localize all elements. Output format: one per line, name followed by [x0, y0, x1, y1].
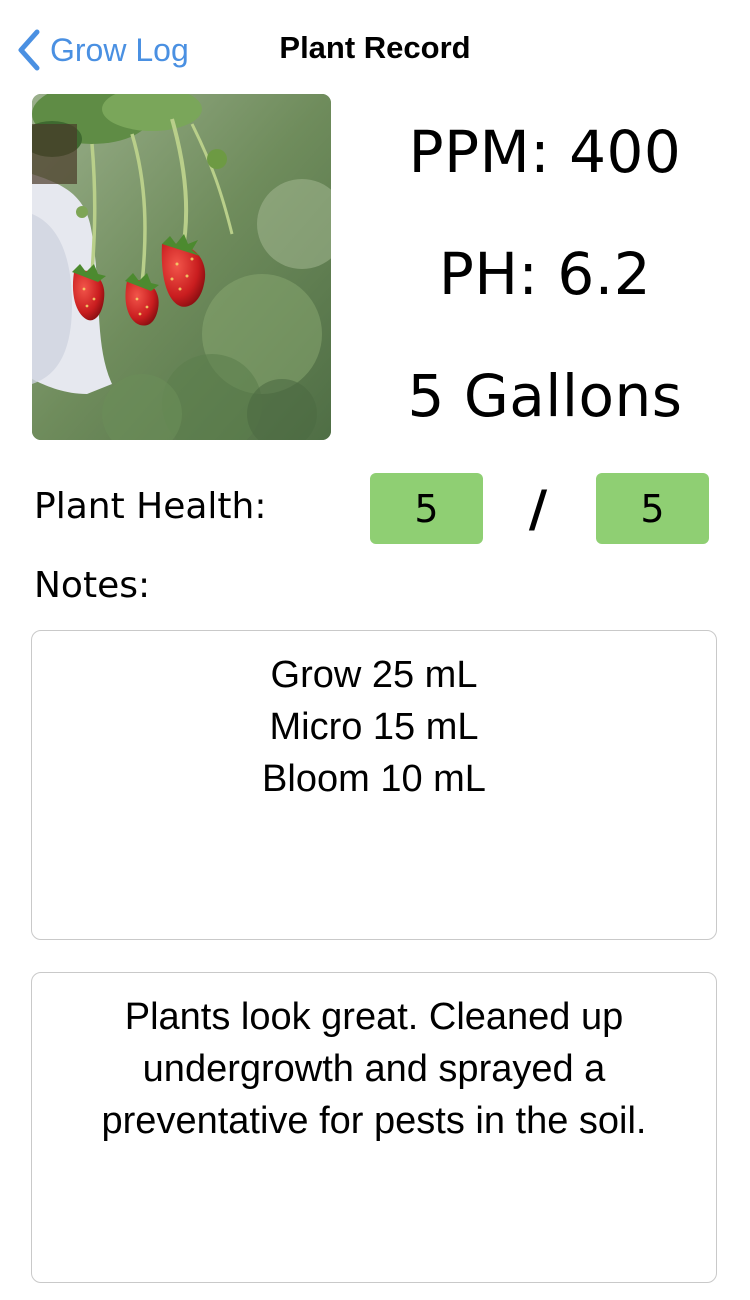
health-max-field[interactable]: 5 [596, 473, 709, 544]
nutrients-notes-textarea[interactable]: Grow 25 mL Micro 15 mL Bloom 10 mL [31, 630, 717, 940]
observations-notes-textarea[interactable]: Plants look great. Cleaned up undergrowt… [31, 972, 717, 1283]
volume-value: 5 Gallons [407, 362, 683, 430]
page-title: Plant Record [279, 30, 471, 65]
notes-label: Notes: [34, 565, 151, 606]
plant-health-label: Plant Health: [34, 486, 267, 527]
ppm-value: PPM: 400 [408, 118, 682, 186]
health-score-field[interactable]: 5 [370, 473, 483, 544]
health-separator: / [528, 480, 548, 538]
ph-value: PH: 6.2 [438, 240, 652, 308]
plant-photo [32, 94, 331, 440]
